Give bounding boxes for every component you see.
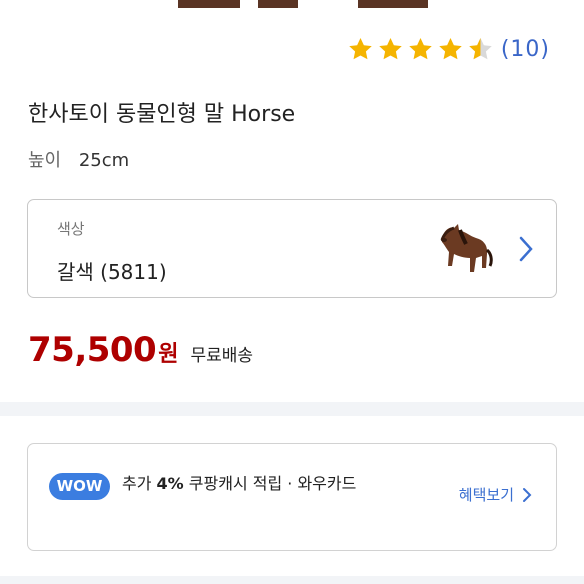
- product-photo-edge: [0, 0, 584, 8]
- star-icon: [347, 36, 374, 63]
- view-benefits-link[interactable]: 혜택보기: [459, 484, 532, 505]
- sale-price: 75,500: [28, 330, 157, 370]
- half-star-icon: [467, 36, 494, 63]
- horse-leg: [178, 0, 240, 8]
- section-divider: [0, 402, 584, 416]
- benefit-text-pre: 추가: [122, 474, 157, 493]
- star-icon: [407, 36, 434, 63]
- view-benefits-label[interactable]: 혜택보기: [459, 484, 514, 505]
- star-icon: [437, 36, 464, 63]
- review-count[interactable]: (10): [501, 37, 550, 62]
- chevron-right-icon: [522, 487, 532, 503]
- horse-thumbnail: [432, 220, 494, 278]
- spec-label: 높이: [28, 150, 62, 171]
- price-unit: 원: [158, 342, 179, 367]
- color-option-selector[interactable]: 색상 갈색 (5811): [27, 199, 557, 298]
- product-rating[interactable]: (10): [347, 36, 550, 63]
- star-icon: [377, 36, 404, 63]
- chevron-right-icon[interactable]: [516, 234, 536, 264]
- product-spec: 높이 25cm: [28, 146, 129, 172]
- price-row: 75,500 원 무료배송: [28, 330, 253, 370]
- benefit-text-post: 쿠팡캐시 적립 · 와우카드: [183, 474, 357, 493]
- benefit-text: 추가 4% 쿠팡캐시 적립 · 와우카드: [122, 470, 412, 498]
- wow-badge: WOW: [49, 473, 110, 500]
- wow-benefit-card[interactable]: WOW 추가 4% 쿠팡캐시 적립 · 와우카드 혜택보기: [27, 443, 557, 551]
- benefit-percent: 4%: [156, 474, 184, 493]
- option-value: 갈색 (5811): [57, 260, 167, 284]
- horse-leg: [258, 0, 298, 8]
- horse-leg: [358, 0, 428, 8]
- section-divider: [0, 576, 584, 584]
- product-title: 한사토이 동물인형 말 Horse: [28, 102, 296, 127]
- shipping-info: 무료배송: [190, 346, 254, 366]
- option-label: 색상: [57, 220, 85, 238]
- spec-value: 25cm: [78, 150, 130, 171]
